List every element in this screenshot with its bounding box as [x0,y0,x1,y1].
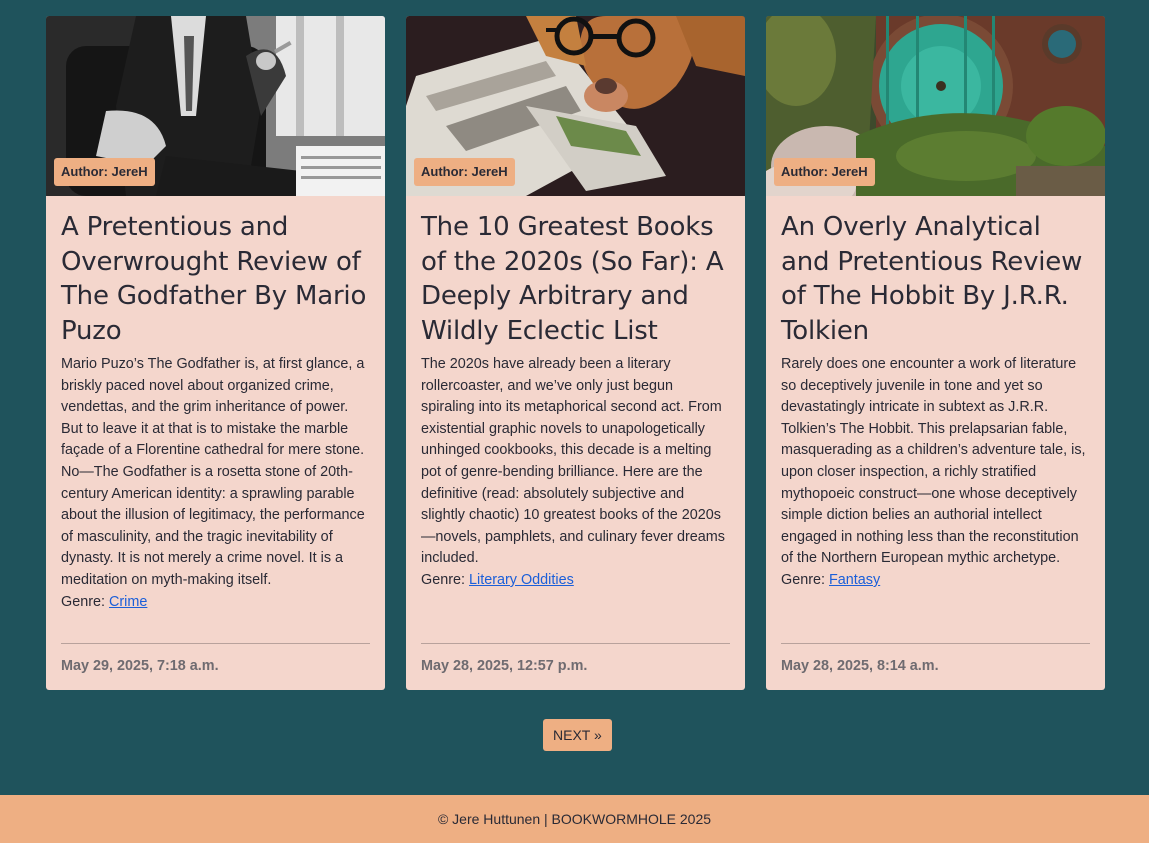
article-card[interactable]: Author: JereH The 10 Greatest Books of t… [406,16,745,690]
author-badge: Author: JereH [774,158,875,186]
card-footer: May 28, 2025, 8:14 a.m. [781,643,1090,690]
article-thumbnail-godfather[interactable]: Author: JereH [46,16,385,196]
card-footer: May 28, 2025, 12:57 p.m. [421,643,730,690]
article-title[interactable]: A Pretentious and Overwrought Review of … [61,210,370,348]
card-footer: May 29, 2025, 7:18 a.m. [61,643,370,690]
genre-label: Genre: [421,571,465,588]
article-thumbnail-greatest-books[interactable]: Author: JereH [406,16,745,196]
footer-copyright: © Jere Huttunen | BOOKWORMHOLE 2025 [437,811,712,827]
article-card[interactable]: Author: JereH An Overly Analytical and P… [766,16,1105,690]
genre-link[interactable]: Literary Oddities [469,572,574,588]
genre-line: Genre: Crime [61,592,370,614]
article-card-grid: Author: JereH A Pretentious and Overwrou… [46,16,1105,690]
author-badge: Author: JereH [414,158,515,186]
next-page-button[interactable]: NEXT » [543,719,612,751]
article-title[interactable]: An Overly Analytical and Pretentious Rev… [781,210,1090,348]
genre-link[interactable]: Crime [109,594,147,610]
article-thumbnail-hobbit[interactable]: Author: JereH [766,16,1105,196]
author-badge: Author: JereH [54,158,155,186]
article-card[interactable]: Author: JereH A Pretentious and Overwrou… [46,16,385,690]
article-excerpt: Mario Puzo’s The Godfather is, at first … [61,356,365,588]
site-footer: © Jere Huttunen | BOOKWORMHOLE 2025 [0,795,1149,843]
genre-line: Genre: Literary Oddities [421,570,730,592]
genre-label: Genre: [61,593,105,610]
article-excerpt: Rarely does one encounter a work of lite… [781,356,1086,567]
publish-date: May 28, 2025, 12:57 p.m. [421,658,588,674]
article-title[interactable]: The 10 Greatest Books of the 2020s (So F… [421,210,730,348]
genre-line: Genre: Fantasy [781,570,1090,592]
publish-date: May 29, 2025, 7:18 a.m. [61,658,219,674]
publish-date: May 28, 2025, 8:14 a.m. [781,658,939,674]
genre-label: Genre: [781,571,825,588]
pagination: NEXT » [543,719,612,751]
article-excerpt: The 2020s have already been a literary r… [421,356,725,567]
genre-link[interactable]: Fantasy [829,572,880,588]
